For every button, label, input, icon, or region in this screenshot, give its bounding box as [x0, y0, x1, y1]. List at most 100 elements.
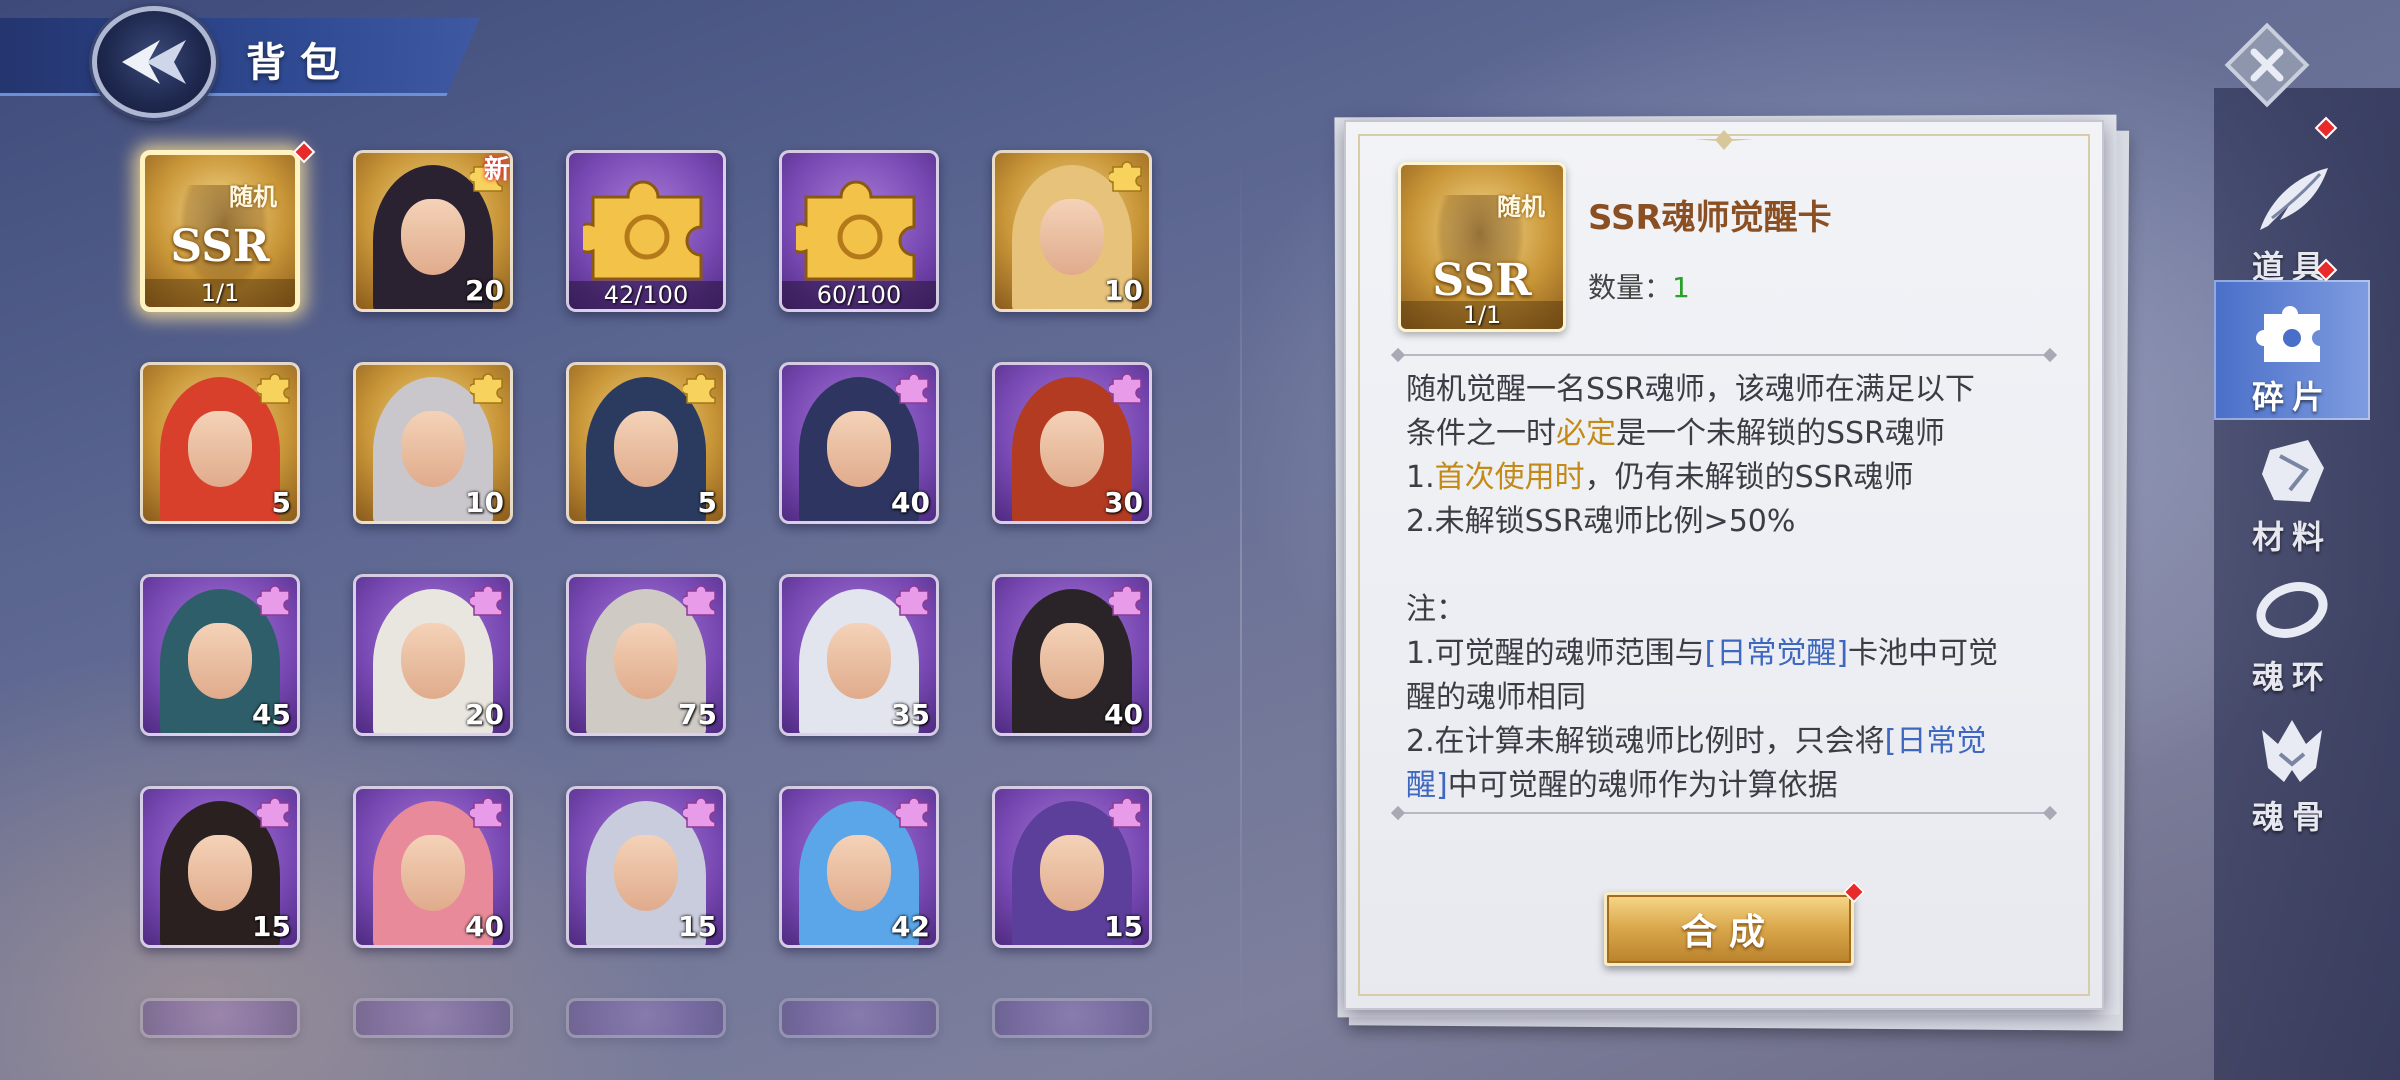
- desc-line: 条件之一时必定是一个未解锁的SSR魂师: [1406, 416, 1945, 451]
- new-badge: 新: [483, 155, 510, 185]
- fragment-count: 45: [252, 698, 291, 731]
- hero-fragment-slot[interactable]: 40: [779, 362, 939, 524]
- fragment-count: 20: [465, 698, 504, 731]
- link-text[interactable]: 醒]: [1406, 768, 1448, 803]
- item-detail-panel: 随机 SSR 1/1 SSR魂师觉醒卡 数量：1 随机觉醒一名SSR魂师，该魂师…: [1344, 120, 2104, 1010]
- pink-puzzle-icon: [896, 373, 929, 404]
- nav-tab-fragments[interactable]: 碎片: [2214, 280, 2370, 420]
- universal-fragment-slot[interactable]: 60/100: [779, 150, 939, 312]
- hero-fragment-slot[interactable]: 15: [992, 786, 1152, 948]
- hero-face: [614, 623, 678, 699]
- link-text[interactable]: [日常觉: [1885, 724, 1987, 759]
- hero-face: [827, 411, 891, 487]
- item-icon-label: SSR: [1432, 255, 1532, 306]
- gold-puzzle-icon: [1109, 161, 1142, 192]
- compose-button[interactable]: 合成: [1604, 892, 1854, 966]
- pink-puzzle-icon: [257, 797, 290, 828]
- gold-puzzle-icon: [796, 180, 916, 281]
- gold-puzzle-icon: [257, 373, 290, 404]
- inventory-grid: 随机 SSR 1/1 新 20 42/100 60/100 10 5 10 5 40 30 45 20 75 3…: [140, 140, 1180, 1050]
- note-line: 醒的魂师相同: [1406, 680, 1586, 715]
- highlight-text: 首次使用时: [1434, 460, 1585, 495]
- fragment-count: 20: [465, 274, 504, 307]
- hero-fragment-slot[interactable]: 42: [779, 786, 939, 948]
- hero-fragment-slot[interactable]: 5: [140, 362, 300, 524]
- desc-line: 2.未解锁SSR魂师比例>50%: [1406, 504, 1796, 539]
- hero-face: [614, 411, 678, 487]
- ore-icon: [2262, 440, 2324, 502]
- hero-fragment-slot[interactable]: 新 20: [353, 150, 513, 312]
- separator-bottom: [1398, 812, 2050, 814]
- pink-puzzle-icon: [470, 797, 503, 828]
- card-main-label: SSR: [170, 221, 270, 272]
- hero-fragment-slot[interactable]: 75: [566, 574, 726, 736]
- fragment-count: 75: [678, 698, 717, 731]
- pink-puzzle-icon: [1109, 585, 1142, 616]
- note-line: 1.可觉醒的魂师范围与[日常觉醒]卡池中可觉: [1406, 636, 1999, 671]
- close-icon[interactable]: [2222, 20, 2312, 110]
- ssr-awaken-card-slot[interactable]: 随机 SSR 1/1: [140, 150, 300, 312]
- desc-line: 1.首次使用时，仍有未解锁的SSR魂师: [1406, 460, 1914, 495]
- hero-face: [401, 411, 465, 487]
- nav-tab-label: 魂骨: [2251, 798, 2332, 836]
- note-title: 注：: [1406, 592, 1466, 627]
- hero-fragment-slot[interactable]: 15: [566, 786, 726, 948]
- pink-puzzle-icon: [896, 585, 929, 616]
- fragment-count: 40: [1104, 698, 1143, 731]
- hero-fragment-slot[interactable]: 20: [353, 574, 513, 736]
- desc-line: 随机觉醒一名SSR魂师，该魂师在满足以下: [1406, 372, 1975, 407]
- nav-tab-materials[interactable]: 材料: [2214, 420, 2370, 560]
- hero-fragment-slot[interactable]: [353, 998, 513, 1038]
- pink-puzzle-icon: [683, 585, 716, 616]
- gold-puzzle-icon: [683, 373, 716, 404]
- pink-puzzle-icon: [1109, 373, 1142, 404]
- note-line: 醒]中可觉醒的魂师作为计算依据: [1406, 768, 1838, 803]
- link-text[interactable]: [日常觉醒]: [1705, 636, 1848, 671]
- hero-face: [188, 623, 252, 699]
- page-title: 背包: [246, 40, 354, 86]
- separator-top: [1398, 354, 2050, 356]
- pink-puzzle-icon: [257, 585, 290, 616]
- fragment-count: 30: [1104, 486, 1143, 519]
- hero-fragment-slot[interactable]: [140, 998, 300, 1038]
- hero-face: [614, 835, 678, 911]
- back-button[interactable]: [92, 6, 216, 118]
- gold-puzzle-icon: [583, 180, 703, 281]
- hero-fragment-slot[interactable]: 40: [992, 574, 1152, 736]
- hero-fragment-slot[interactable]: 30: [992, 362, 1152, 524]
- nav-tab-soul-bones[interactable]: 魂骨: [2214, 700, 2370, 840]
- fragment-count: 40: [465, 910, 504, 943]
- nav-tab-items[interactable]: 道具: [2214, 150, 2370, 290]
- hero-fragment-slot[interactable]: 45: [140, 574, 300, 736]
- nav-tab-soul-rings[interactable]: 魂环: [2214, 560, 2370, 700]
- item-icon: 随机 SSR 1/1: [1398, 162, 1566, 332]
- hero-fragment-slot[interactable]: [992, 998, 1152, 1038]
- hero-face: [1040, 623, 1104, 699]
- hero-fragment-slot[interactable]: 15: [140, 786, 300, 948]
- hero-fragment-slot[interactable]: [779, 998, 939, 1038]
- hero-face: [827, 623, 891, 699]
- header-bar: [0, 18, 480, 96]
- fragment-count: 15: [252, 910, 291, 943]
- ornament-icon: [1694, 130, 1754, 150]
- hero-fragment-slot[interactable]: 5: [566, 362, 726, 524]
- hero-fragment-slot[interactable]: [566, 998, 726, 1038]
- fragment-count: 5: [697, 486, 717, 519]
- hero-face: [401, 835, 465, 911]
- highlight-text: 必定: [1556, 416, 1616, 451]
- hero-fragment-slot[interactable]: 10: [353, 362, 513, 524]
- item-name: SSR魂师觉醒卡: [1588, 198, 1832, 238]
- hero-face: [401, 199, 465, 275]
- feather-icon: [2260, 168, 2328, 230]
- hero-fragment-slot[interactable]: 35: [779, 574, 939, 736]
- hero-face: [827, 835, 891, 911]
- item-icon-progress: 1/1: [1401, 301, 1563, 329]
- quantity-label: 数量：: [1588, 271, 1673, 304]
- universal-fragment-slot[interactable]: 42/100: [566, 150, 726, 312]
- bone-icon: [2262, 720, 2322, 782]
- fragment-count: 10: [1104, 274, 1143, 307]
- hero-fragment-slot[interactable]: 10: [992, 150, 1152, 312]
- hero-fragment-slot[interactable]: 40: [353, 786, 513, 948]
- pink-puzzle-icon: [896, 797, 929, 828]
- item-quantity: 数量：1: [1588, 266, 1690, 306]
